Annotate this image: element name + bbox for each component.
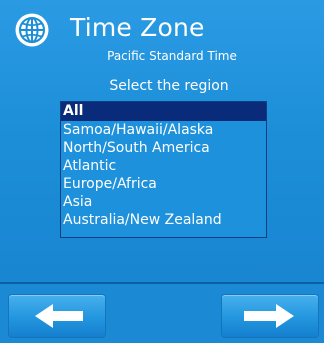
globe-icon	[14, 12, 50, 48]
time-zone-screen: Time Zone Pacific Standard Time Select t…	[0, 0, 324, 343]
region-option-australia-new-zealand[interactable]: Australia/New Zealand	[61, 211, 266, 229]
region-option-asia[interactable]: Asia	[61, 193, 266, 211]
region-option-samoa-hawaii-alaska[interactable]: Samoa/Hawaii/Alaska	[61, 121, 266, 139]
region-prompt: Select the region	[109, 78, 229, 94]
back-button[interactable]	[9, 295, 105, 337]
region-listbox[interactable]: All Samoa/Hawaii/Alaska North/South Amer…	[60, 101, 267, 238]
title-bar: Time Zone	[0, 0, 324, 56]
region-option-europe-africa[interactable]: Europe/Africa	[61, 175, 266, 193]
page-title: Time Zone	[70, 13, 205, 42]
current-time-zone: Pacific Standard Time	[107, 49, 237, 63]
left-arrow-icon	[35, 304, 83, 328]
region-option-all[interactable]: All	[61, 102, 266, 121]
next-button[interactable]	[222, 295, 318, 337]
region-option-north-south-america[interactable]: North/South America	[61, 139, 266, 157]
right-arrow-icon	[244, 304, 294, 328]
region-option-atlantic[interactable]: Atlantic	[61, 157, 266, 175]
